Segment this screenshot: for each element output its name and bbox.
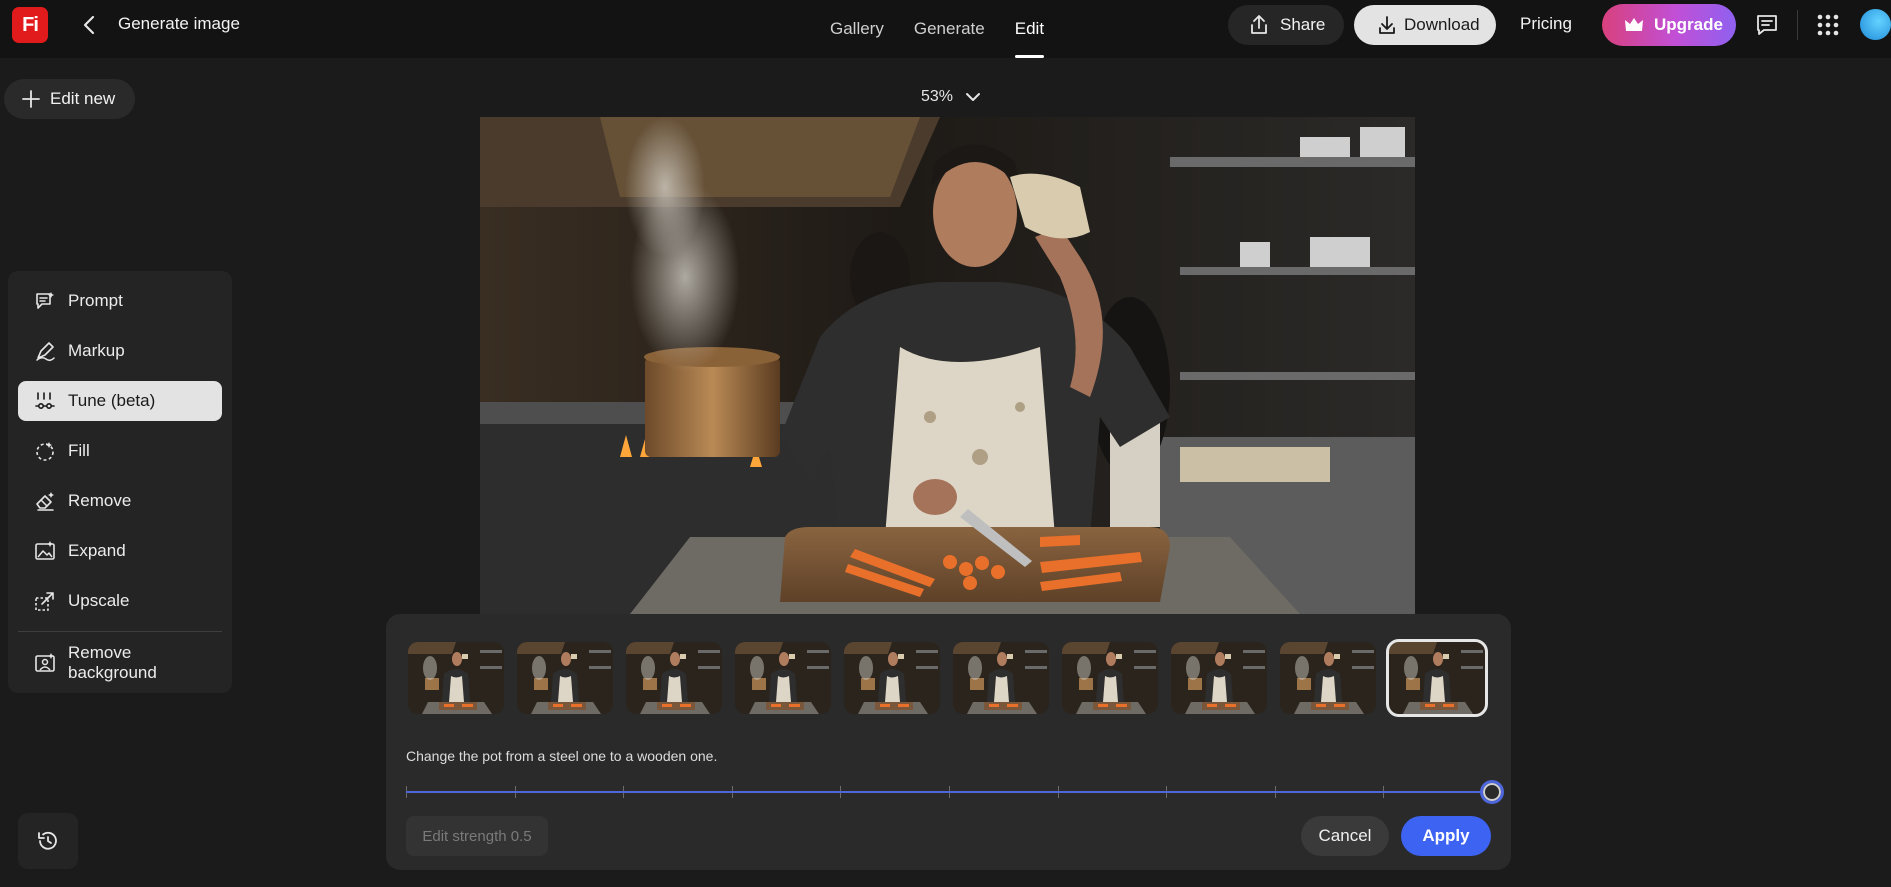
tool-fill[interactable]: Fill — [18, 431, 222, 471]
tool-remove[interactable]: Remove — [18, 481, 222, 521]
tool-label: Upscale — [68, 591, 130, 610]
chevron-down-icon — [966, 93, 981, 101]
remove-icon — [36, 492, 54, 511]
download-label: Download — [1404, 15, 1480, 34]
prompt-icon — [36, 292, 54, 309]
download-button[interactable]: Download — [1354, 5, 1496, 45]
header-divider — [1797, 10, 1798, 40]
tool-remove-background[interactable]: Remove background — [18, 643, 222, 683]
thumbnail-image — [844, 642, 940, 714]
tab-gallery[interactable]: Gallery — [830, 0, 884, 58]
apps-grid-icon[interactable] — [1816, 13, 1840, 37]
tool-tune[interactable]: Tune (beta) — [18, 381, 222, 421]
thumbnail-image — [1389, 642, 1485, 714]
thumbnail-image — [1280, 642, 1376, 714]
edit-strength-display: Edit strength 0.5 — [406, 816, 548, 856]
variation-thumbnail[interactable] — [1386, 639, 1488, 717]
cancel-button[interactable]: Cancel — [1301, 816, 1389, 856]
tool-prompt[interactable]: Prompt — [18, 281, 222, 321]
tool-label: Prompt — [68, 291, 123, 310]
tool-upscale[interactable]: Upscale — [18, 581, 222, 621]
history-icon — [38, 831, 57, 850]
feedback-icon[interactable] — [1754, 12, 1780, 38]
tool-label: Markup — [68, 341, 125, 360]
download-icon — [1379, 16, 1395, 34]
plus-icon — [22, 90, 40, 108]
tool-markup[interactable]: Markup — [18, 331, 222, 371]
tune-prompt-text: Change the pot from a steel one to a woo… — [406, 748, 718, 764]
upscale-icon — [35, 592, 54, 611]
markup-icon — [36, 342, 55, 362]
tool-label: Fill — [68, 441, 90, 460]
thumbnail-image — [517, 642, 613, 714]
thumbnail-image — [735, 642, 831, 714]
thumbnail-image — [626, 642, 722, 714]
variation-thumbnail[interactable] — [408, 642, 504, 714]
fill-icon — [36, 442, 54, 461]
main-nav-tabs: Gallery Generate Edit — [830, 0, 1074, 58]
tool-label: Remove — [68, 491, 132, 510]
history-button[interactable] — [18, 813, 78, 869]
thumbnail-image — [408, 642, 504, 714]
crown-icon — [1625, 18, 1643, 31]
tools-divider — [18, 631, 222, 632]
share-label: Share — [1280, 15, 1326, 34]
upgrade-label: Upgrade — [1654, 15, 1723, 34]
tab-edit[interactable]: Edit — [1014, 0, 1045, 58]
tab-generate[interactable]: Generate — [914, 0, 985, 58]
variation-thumbnail[interactable] — [953, 642, 1049, 714]
thumbnail-image — [1171, 642, 1267, 714]
slider-handle[interactable] — [1480, 780, 1504, 804]
variation-thumbnail[interactable] — [517, 642, 613, 714]
chef-kitchen-image — [480, 117, 1415, 614]
variation-thumbnail[interactable] — [844, 642, 940, 714]
tool-label: Tune (beta) — [68, 391, 156, 410]
main-image-canvas[interactable] — [480, 117, 1415, 614]
edit-strength-slider[interactable] — [406, 779, 1504, 805]
firefly-logo[interactable]: Fi — [12, 7, 48, 43]
page-title: Generate image — [118, 14, 240, 33]
variation-thumbnail[interactable] — [1062, 642, 1158, 714]
top-bar: Fi Generate image Gallery Generate Edit … — [0, 0, 1891, 58]
tool-expand[interactable]: Expand — [18, 531, 222, 571]
share-icon — [1251, 15, 1267, 34]
thumbnail-image — [1062, 642, 1158, 714]
app-window: Fi Generate image Gallery Generate Edit … — [0, 0, 1891, 887]
slider-track — [406, 791, 1492, 793]
edit-tools-panel: Prompt Markup Tune (beta) Fill Remove Ex… — [8, 271, 232, 693]
zoom-level: 53% — [921, 88, 954, 105]
tune-icon — [35, 392, 55, 410]
variation-thumbnail[interactable] — [626, 642, 722, 714]
expand-icon — [35, 541, 55, 560]
variation-thumbnail[interactable] — [735, 642, 831, 714]
edit-new-button[interactable]: Edit new — [4, 79, 135, 119]
pricing-link[interactable]: Pricing — [1520, 14, 1572, 34]
tune-panel: Change the pot from a steel one to a woo… — [386, 614, 1511, 870]
tool-label: Remove background — [68, 643, 157, 682]
avatar[interactable] — [1860, 9, 1891, 40]
variation-thumbnails — [408, 639, 1488, 717]
edit-new-label: Edit new — [50, 89, 116, 108]
variation-thumbnail[interactable] — [1171, 642, 1267, 714]
share-button[interactable]: Share — [1228, 5, 1344, 45]
chevron-left-icon — [83, 15, 95, 35]
variation-thumbnail[interactable] — [1280, 642, 1376, 714]
remove-background-icon — [35, 653, 55, 672]
zoom-dropdown[interactable]: 53% — [921, 88, 981, 106]
apply-button[interactable]: Apply — [1401, 816, 1491, 856]
tool-label: Expand — [68, 541, 126, 560]
upgrade-button[interactable]: Upgrade — [1602, 4, 1736, 46]
thumbnail-image — [953, 642, 1049, 714]
back-button[interactable] — [78, 10, 100, 40]
